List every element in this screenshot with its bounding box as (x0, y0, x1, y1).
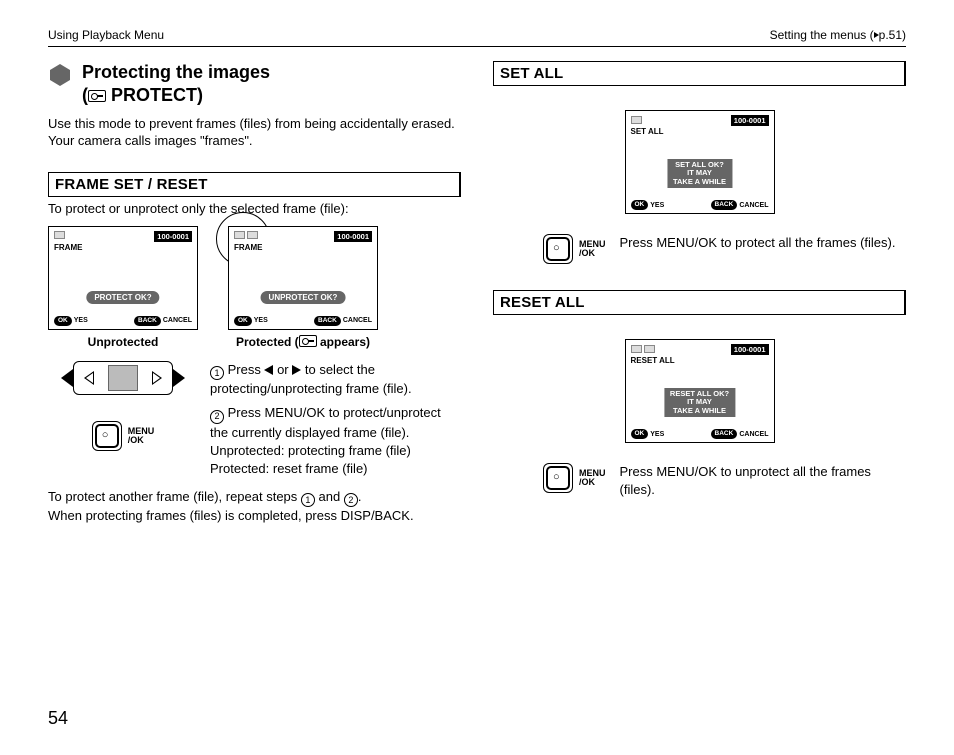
page-header: Using Playback Menu Setting the menus (p… (48, 28, 906, 42)
key-icon (631, 116, 642, 124)
menu-ok-icon: MENU/OK (543, 234, 606, 264)
page-title: Protecting the images ( PROTECT) (82, 61, 270, 106)
dpad-icon (73, 361, 173, 395)
page: Using Playback Menu Setting the menus (p… (0, 0, 954, 755)
caption-protected: Protected ( appears) (236, 335, 370, 349)
controls-column: MENU/OK (48, 361, 198, 478)
section-frame-set-reset: FRAME SET / RESET (48, 172, 461, 197)
step-2: 2 Press MENU/OK to protect/unprotect the… (210, 404, 461, 478)
right-column: SET ALL 100-0001 SET ALL SET ALL OK? IT … (493, 61, 906, 526)
key-icon (234, 231, 245, 239)
header-left: Using Playback Menu (48, 28, 164, 42)
arrow-right-icon (173, 369, 185, 387)
title-row: Protecting the images ( PROTECT) (48, 61, 461, 106)
step-row: MENU/OK 1 Press or to select the protect… (48, 361, 461, 478)
lcd-reset-all: 100-0001 RESET ALL RESET ALL OK? IT MAY … (625, 339, 775, 443)
circled-2-icon: 2 (344, 493, 358, 507)
screen-protected: 100-0001 FRAME UNPROTECT OK? OK YES BACK… (228, 226, 378, 349)
protect-key-icon (88, 90, 106, 102)
frame-set-sub: To protect or unprotect only the selecte… (48, 201, 461, 216)
protect-key-icon (299, 335, 317, 347)
lcd-set-all-wrap: 100-0001 SET ALL SET ALL OK? IT MAY TAKE… (625, 110, 775, 214)
circled-2-icon: 2 (210, 410, 224, 424)
lcd-reset-all-wrap: 100-0001 RESET ALL RESET ALL OK? IT MAY … (625, 339, 775, 443)
section-set-all: SET ALL (493, 61, 906, 86)
key-icon (54, 231, 65, 239)
menu-ok-icon: MENU/OK (543, 463, 606, 493)
header-right: Setting the menus (p.51) (770, 28, 906, 42)
triangle-right-icon (292, 365, 301, 375)
key-icon (644, 345, 655, 353)
key-icon (247, 231, 258, 239)
circled-1-icon: 1 (301, 493, 315, 507)
columns: Protecting the images ( PROTECT) Use thi… (48, 61, 906, 526)
step-1: 1 Press or to select the protecting/unpr… (210, 361, 461, 398)
lcd-2: 100-0001 FRAME UNPROTECT OK? OK YES BACK… (228, 226, 378, 330)
caption-unprotected: Unprotected (88, 335, 159, 349)
lcd-1: 100-0001 FRAME PROTECT OK? OK YES BACK C… (48, 226, 198, 330)
divider (48, 46, 906, 47)
footnote: To protect another frame (file), repeat … (48, 488, 461, 525)
steps-text: 1 Press or to select the protecting/unpr… (210, 361, 461, 478)
lcd-screens: 100-0001 FRAME PROTECT OK? OK YES BACK C… (48, 226, 461, 349)
page-number: 54 (48, 708, 68, 729)
section-reset-all: RESET ALL (493, 290, 906, 315)
arrow-left-icon (61, 369, 73, 387)
set-all-step: MENU/OK Press MENU/OK to protect all the… (543, 234, 902, 264)
circled-1-icon: 1 (210, 366, 224, 380)
lcd-set-all: 100-0001 SET ALL SET ALL OK? IT MAY TAKE… (625, 110, 775, 214)
reset-all-step: MENU/OK Press MENU/OK to unprotect all t… (543, 463, 902, 498)
screen-unprotected: 100-0001 FRAME PROTECT OK? OK YES BACK C… (48, 226, 198, 349)
menu-ok-icon: MENU/OK (92, 421, 155, 451)
intro-text: Use this mode to prevent frames (files) … (48, 116, 461, 150)
hexagon-icon (48, 63, 72, 87)
key-icon (631, 345, 642, 353)
left-column: Protecting the images ( PROTECT) Use thi… (48, 61, 461, 526)
